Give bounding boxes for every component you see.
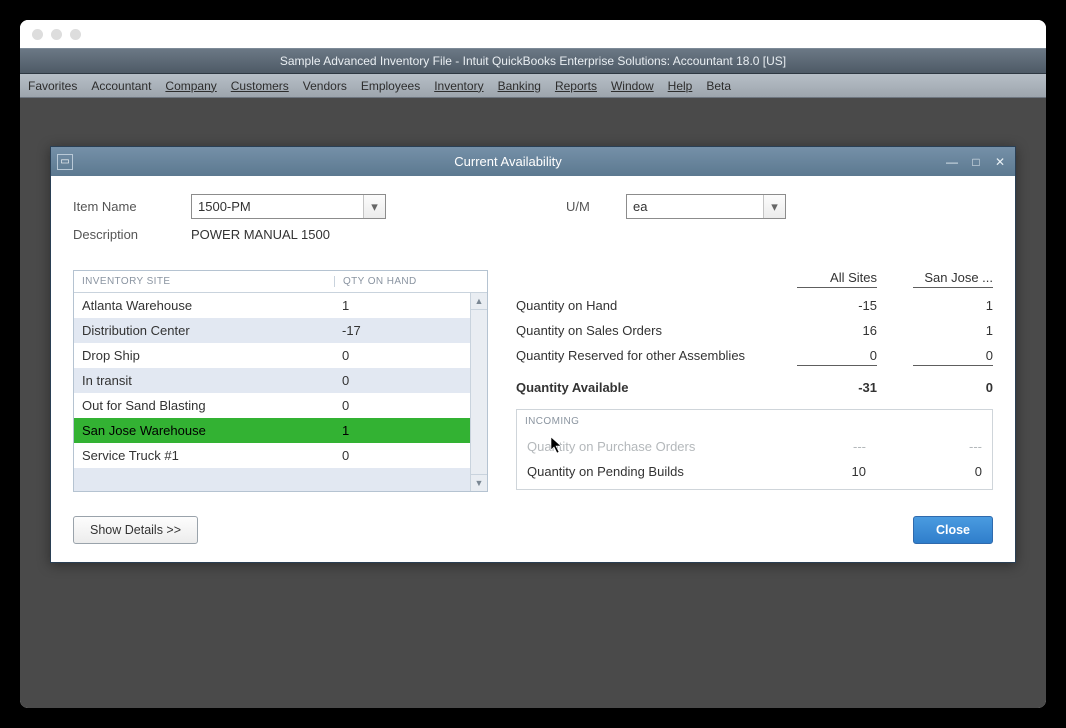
scroll-up-icon[interactable]: ▲ xyxy=(471,293,487,310)
site-cell: Distribution Center xyxy=(74,323,334,338)
qty-cell: 1 xyxy=(334,423,487,438)
site-cell: In transit xyxy=(74,373,334,388)
app-title: Sample Advanced Inventory File - Intuit … xyxy=(280,54,786,68)
table-row[interactable]: Service Truck #10 xyxy=(74,443,487,468)
site-cell: Out for Sand Blasting xyxy=(74,398,334,413)
browser-mock-window: Sample Advanced Inventory File - Intuit … xyxy=(20,20,1046,708)
qty-so-label: Quantity on Sales Orders xyxy=(516,323,761,338)
dialog-minimize-button[interactable]: — xyxy=(943,154,961,170)
menubar: Favorites Accountant Company Customers V… xyxy=(20,74,1046,98)
qty-po-label: Quantity on Purchase Orders xyxy=(527,439,750,454)
chevron-down-icon[interactable]: ▾ xyxy=(363,195,385,218)
col-qty-on-hand[interactable]: QTY ON HAND xyxy=(334,276,487,287)
table-row[interactable]: Out for Sand Blasting0 xyxy=(74,393,487,418)
qty-on-hand-label: Quantity on Hand xyxy=(516,298,761,313)
site-cell: Service Truck #1 xyxy=(74,448,334,463)
item-name-combo[interactable]: 1500-PM ▾ xyxy=(191,194,386,219)
table-row[interactable]: In transit0 xyxy=(74,368,487,393)
site-cell: Atlanta Warehouse xyxy=(74,298,334,313)
table-row[interactable]: Drop Ship0 xyxy=(74,343,487,368)
qty-pb-all: 10 xyxy=(786,464,866,479)
site-cell: San Jose Warehouse xyxy=(74,423,334,438)
qty-so-sel: 1 xyxy=(913,323,993,338)
mac-titlebar xyxy=(20,20,1046,48)
grid-scrollbar[interactable]: ▲ ▼ xyxy=(470,293,487,491)
menu-company[interactable]: Company xyxy=(165,79,216,93)
qty-avail-sel: 0 xyxy=(913,380,993,395)
item-name-value: 1500-PM xyxy=(198,199,251,214)
qty-on-hand-all: -15 xyxy=(797,298,877,313)
qty-cell: 0 xyxy=(334,373,487,388)
description-label: Description xyxy=(73,227,191,242)
qty-reserved-all: 0 xyxy=(797,348,877,366)
qty-pb-sel: 0 xyxy=(902,464,982,479)
dialog-titlebar[interactable]: ▭ Current Availability — □ ✕ xyxy=(51,147,1015,176)
close-button[interactable]: Close xyxy=(913,516,993,544)
dialog-system-icon[interactable]: ▭ xyxy=(57,154,73,170)
qty-cell: 0 xyxy=(334,448,487,463)
menu-banking[interactable]: Banking xyxy=(498,79,541,93)
menu-favorites[interactable]: Favorites xyxy=(28,79,77,93)
um-label: U/M xyxy=(566,199,626,214)
dialog-body: Item Name 1500-PM ▾ U/M ea ▾ Description… xyxy=(51,176,1015,562)
app-body: ▭ Current Availability — □ ✕ Item Name 1… xyxy=(20,98,1046,708)
um-combo[interactable]: ea ▾ xyxy=(626,194,786,219)
qty-cell: 0 xyxy=(334,348,487,363)
menu-reports[interactable]: Reports xyxy=(555,79,597,93)
qty-reserved-label: Quantity Reserved for other Assemblies xyxy=(516,348,761,366)
qty-cell: -17 xyxy=(334,323,487,338)
close-label: Close xyxy=(936,523,970,537)
app-titlebar: Sample Advanced Inventory File - Intuit … xyxy=(20,48,1046,74)
qty-pb-label: Quantity on Pending Builds xyxy=(527,464,750,479)
col-selected-site[interactable]: San Jose ... xyxy=(913,270,993,288)
show-details-button[interactable]: Show Details >> xyxy=(73,516,198,544)
qty-cell: 1 xyxy=(334,298,487,313)
chevron-down-icon[interactable]: ▾ xyxy=(763,195,785,218)
dialog-maximize-button[interactable]: □ xyxy=(967,154,985,170)
qty-avail-label: Quantity Available xyxy=(516,380,761,395)
table-row[interactable]: Atlanta Warehouse1 xyxy=(74,293,487,318)
menu-accountant[interactable]: Accountant xyxy=(91,79,151,93)
menu-customers[interactable]: Customers xyxy=(231,79,289,93)
site-cell: Drop Ship xyxy=(74,348,334,363)
grid-header: INVENTORY SITE QTY ON HAND xyxy=(74,271,487,293)
inventory-site-grid[interactable]: INVENTORY SITE QTY ON HAND Atlanta Wareh… xyxy=(73,270,488,492)
show-details-label: Show Details >> xyxy=(90,523,181,537)
menu-employees[interactable]: Employees xyxy=(361,79,420,93)
col-all-sites[interactable]: All Sites xyxy=(797,270,877,288)
mac-min-dot[interactable] xyxy=(51,29,62,40)
qty-so-all: 16 xyxy=(797,323,877,338)
dialog-title: Current Availability xyxy=(79,154,937,169)
mac-close-dot[interactable] xyxy=(32,29,43,40)
incoming-section: INCOMING Quantity on Purchase Orders ---… xyxy=(516,409,993,490)
menu-vendors[interactable]: Vendors xyxy=(303,79,347,93)
item-name-label: Item Name xyxy=(73,199,191,214)
dialog-close-button[interactable]: ✕ xyxy=(991,154,1009,170)
current-availability-dialog: ▭ Current Availability — □ ✕ Item Name 1… xyxy=(50,146,1016,563)
qty-po-sel: --- xyxy=(902,439,982,454)
um-value: ea xyxy=(633,199,647,214)
qty-on-hand-sel: 1 xyxy=(913,298,993,313)
qty-avail-all: -31 xyxy=(797,380,877,395)
scroll-down-icon[interactable]: ▼ xyxy=(471,474,487,491)
menu-inventory[interactable]: Inventory xyxy=(434,79,483,93)
qty-reserved-sel: 0 xyxy=(913,348,993,366)
table-row[interactable]: San Jose Warehouse1 xyxy=(74,418,487,443)
col-inventory-site[interactable]: INVENTORY SITE xyxy=(74,276,334,287)
menu-beta[interactable]: Beta xyxy=(706,79,731,93)
menu-help[interactable]: Help xyxy=(668,79,693,93)
table-row[interactable]: Distribution Center-17 xyxy=(74,318,487,343)
qty-po-all: --- xyxy=(786,439,866,454)
mac-max-dot[interactable] xyxy=(70,29,81,40)
menu-window[interactable]: Window xyxy=(611,79,654,93)
table-row[interactable] xyxy=(74,468,487,491)
qty-cell: 0 xyxy=(334,398,487,413)
incoming-header: INCOMING xyxy=(517,410,992,433)
description-value: POWER MANUAL 1500 xyxy=(191,227,330,242)
